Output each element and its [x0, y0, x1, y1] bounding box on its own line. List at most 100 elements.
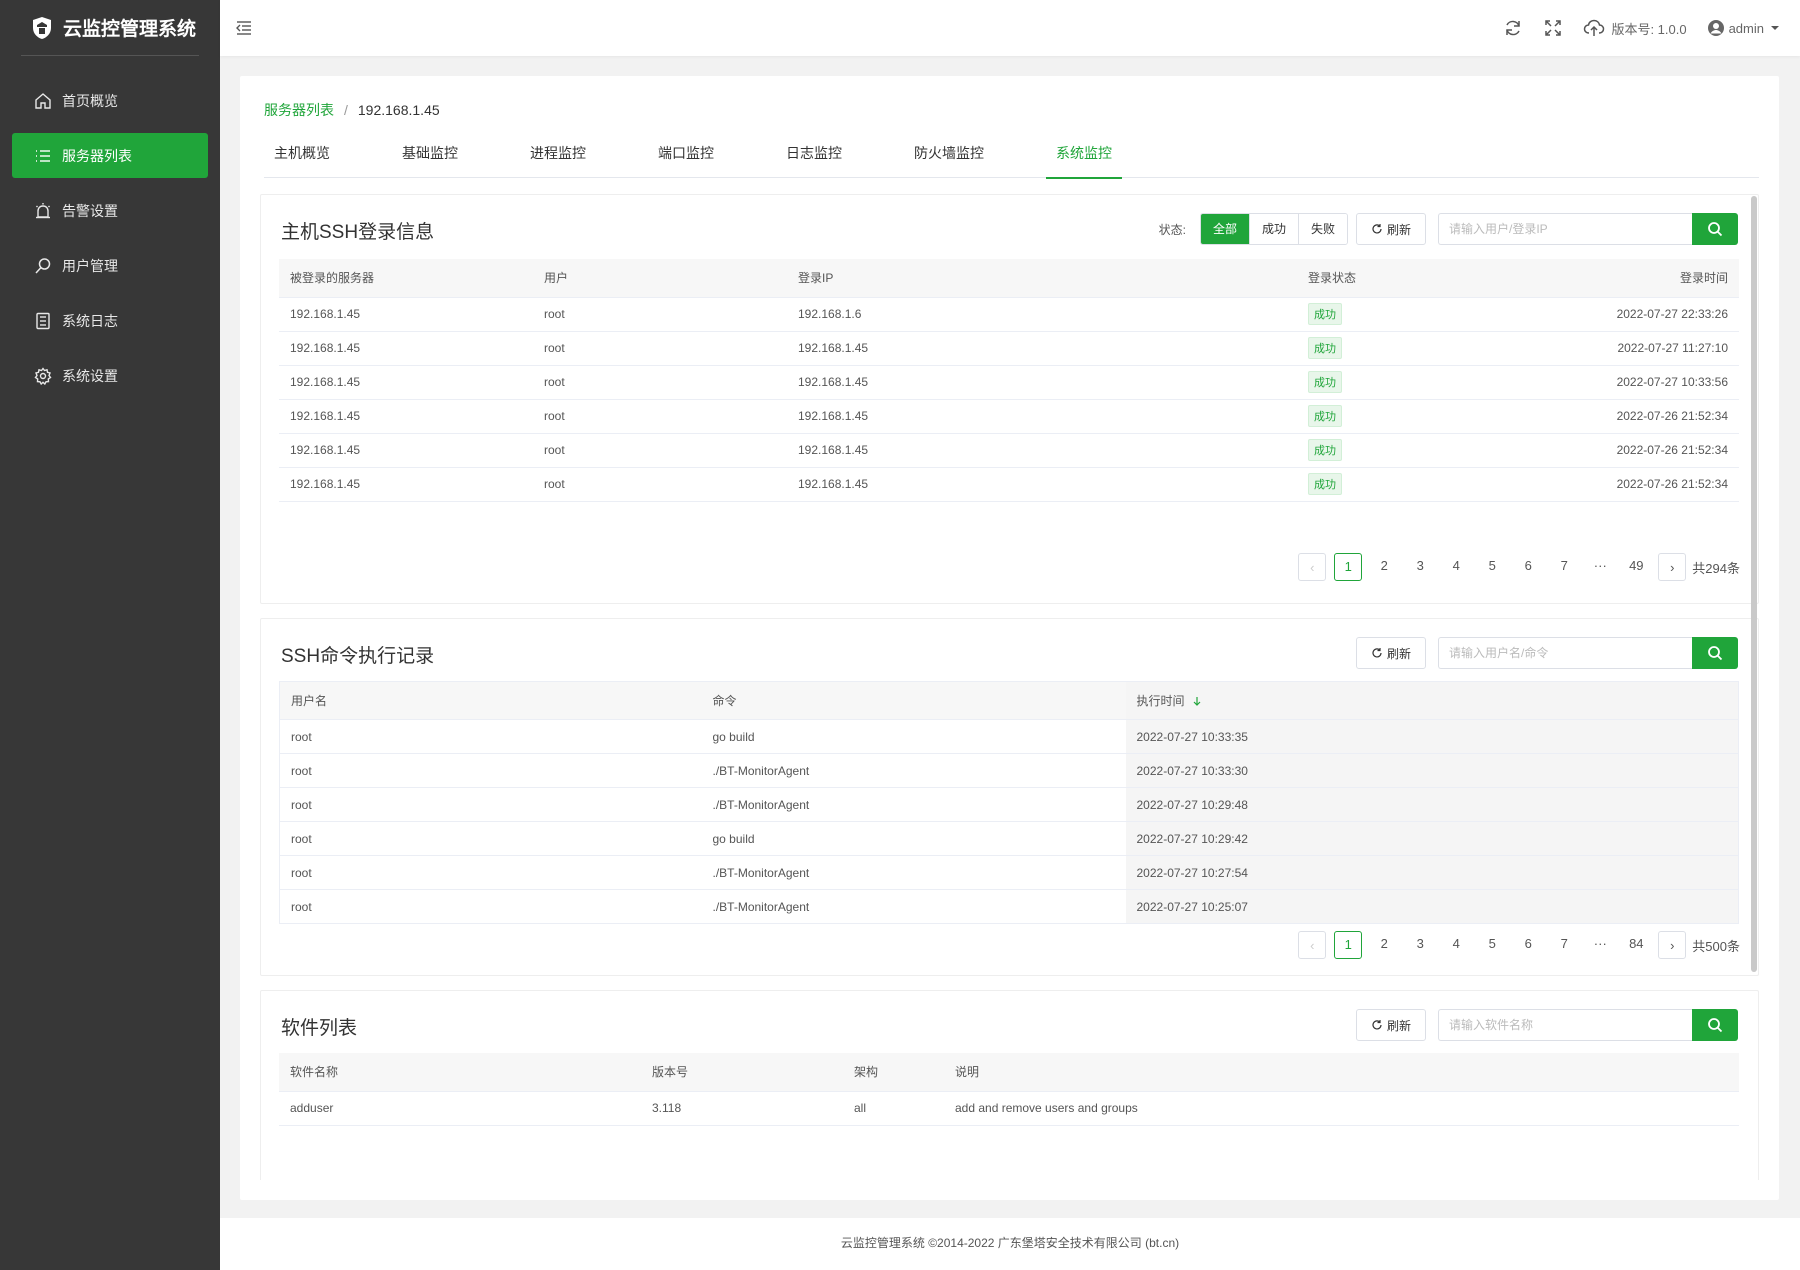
tab-basic-monitor[interactable]: 基础监控 — [392, 140, 468, 178]
sidebar-item-servers[interactable]: 服务器列表 — [12, 133, 208, 178]
cell-login-ip: 192.168.1.45 — [787, 365, 1297, 400]
filter-all-button[interactable]: 全部 — [1200, 214, 1249, 244]
menu-fold-icon[interactable] — [234, 18, 254, 38]
refresh-button[interactable]: 刷新 — [1355, 1009, 1426, 1041]
page-1[interactable]: 1 — [1334, 553, 1363, 581]
user-search-icon — [35, 257, 51, 274]
tab-firewall-monitor[interactable]: 防火墙监控 — [904, 140, 994, 178]
search-input[interactable] — [1438, 637, 1692, 669]
prev-page-button[interactable]: ‹ — [1298, 931, 1327, 959]
column-header: 登录状态 — [1297, 259, 1467, 298]
refresh-icon — [1372, 648, 1382, 658]
software-panel: 软件列表 刷新 软件名称 版本号 架构 — [260, 990, 1759, 1180]
tab-system-monitor[interactable]: 系统监控 — [1046, 140, 1122, 179]
version-indicator[interactable]: 版本号: 1.0.0 — [1583, 18, 1687, 38]
tab-process-monitor[interactable]: 进程监控 — [520, 140, 596, 178]
sidebar-item-label: 首页概览 — [62, 92, 118, 109]
breadcrumb: 服务器列表 / 192.168.1.45 — [264, 100, 440, 120]
sidebar: 云监控管理系统 首页概览 服务器列表 告警设置 用户管理 系统日志 系统设置 — [0, 0, 220, 1270]
cell-arch: all — [843, 1091, 944, 1126]
tab-log-monitor[interactable]: 日志监控 — [776, 140, 852, 178]
cell-version: 3.118 — [641, 1091, 843, 1126]
refresh-label: 刷新 — [1386, 646, 1411, 661]
column-header: 软件名称 — [279, 1053, 641, 1092]
cell-exec-time: 2022-07-27 10:29:48 — [1125, 787, 1739, 822]
page-6[interactable]: 6 — [1514, 931, 1542, 959]
tab-port-monitor[interactable]: 端口监控 — [648, 140, 724, 178]
cell-status: 成功 — [1297, 331, 1467, 366]
sidebar-item-settings[interactable]: 系统设置 — [12, 353, 208, 398]
prev-page-button[interactable]: ‹ — [1298, 553, 1327, 581]
filter-failed-button[interactable]: 失败 — [1297, 214, 1347, 244]
app-title: 云监控管理系统 — [63, 19, 197, 40]
refresh-button[interactable]: 刷新 — [1355, 637, 1426, 669]
ssh-command-search — [1438, 637, 1738, 669]
sidebar-item-logs[interactable]: 系统日志 — [12, 298, 208, 343]
page-last[interactable]: 84 — [1622, 931, 1650, 959]
search-input[interactable] — [1438, 213, 1692, 245]
cell-user: root — [533, 331, 787, 366]
search-button[interactable] — [1692, 213, 1738, 245]
ssh-command-table: 用户名 命令 执行时间 root go build 2022-07-27 10:… — [279, 681, 1739, 924]
page-ellipsis[interactable]: ··· — [1586, 931, 1614, 959]
fullscreen-icon[interactable] — [1543, 18, 1563, 38]
main-card: 服务器列表 / 192.168.1.45 主机概览 基础监控 进程监控 端口监控 日… — [240, 76, 1779, 1200]
sidebar-nav: 首页概览 服务器列表 告警设置 用户管理 系统日志 系统设置 — [0, 78, 220, 398]
page-5[interactable]: 5 — [1478, 553, 1506, 581]
page-3[interactable]: 3 — [1406, 553, 1434, 581]
cell-user: root — [533, 365, 787, 400]
cell-server: 192.168.1.45 — [279, 467, 533, 502]
page-5[interactable]: 5 — [1478, 931, 1506, 959]
page-last[interactable]: 49 — [1622, 553, 1650, 581]
refresh-icon[interactable] — [1503, 18, 1523, 38]
shield-logo-icon — [33, 16, 51, 39]
sidebar-item-alarm[interactable]: 告警设置 — [12, 188, 208, 233]
cell-software-name: adduser — [279, 1091, 641, 1126]
search-button[interactable] — [1692, 637, 1738, 669]
page-3[interactable]: 3 — [1406, 931, 1434, 959]
sidebar-item-users[interactable]: 用户管理 — [12, 243, 208, 288]
column-header: 命令 — [701, 681, 1126, 720]
cell-time: 2022-07-26 21:52:34 — [1467, 399, 1739, 434]
page-7[interactable]: 7 — [1550, 553, 1578, 581]
tab-host-overview[interactable]: 主机概览 — [264, 140, 340, 178]
cell-login-ip: 192.168.1.45 — [787, 467, 1297, 502]
vertical-scrollbar[interactable] — [1751, 196, 1757, 972]
page-7[interactable]: 7 — [1550, 931, 1578, 959]
page-4[interactable]: 4 — [1442, 931, 1470, 959]
cell-status: 成功 — [1297, 467, 1467, 502]
cell-description: add and remove users and groups — [944, 1091, 1739, 1126]
search-icon — [1708, 1018, 1723, 1033]
cell-exec-time: 2022-07-27 10:29:42 — [1125, 821, 1739, 856]
user-menu[interactable]: admin — [1707, 19, 1780, 37]
ssh-login-panel: 主机SSH登录信息 状态: 全部 成功 失败 刷新 请输入用户/登录IP 被登录… — [260, 194, 1759, 604]
breadcrumb-current: 192.168.1.45 — [357, 102, 440, 118]
table-row: root ./BT-MonitorAgent 2022-07-27 10:29:… — [279, 787, 1739, 822]
page-2[interactable]: 2 — [1370, 931, 1398, 959]
table-row: root go build 2022-07-27 10:33:35 — [279, 719, 1739, 754]
cell-user: root — [533, 467, 787, 502]
sidebar-item-home[interactable]: 首页概览 — [12, 78, 208, 123]
refresh-icon — [1372, 224, 1382, 234]
column-header: 登录IP — [787, 259, 1297, 298]
search-button[interactable] — [1692, 1009, 1738, 1041]
cell-username: root — [279, 889, 702, 924]
filter-success-button[interactable]: 成功 — [1248, 214, 1298, 244]
page-ellipsis[interactable]: ··· — [1586, 553, 1614, 581]
table-header-row: 软件名称 版本号 架构 说明 — [279, 1053, 1739, 1092]
search-input[interactable] — [1438, 1009, 1692, 1041]
status-filter: 全部 成功 失败 — [1199, 213, 1348, 245]
ssh-login-table: 被登录的服务器 用户 登录IP 登录状态 登录时间 192.168.1.45 r… — [279, 259, 1739, 502]
page-2[interactable]: 2 — [1370, 553, 1398, 581]
page-6[interactable]: 6 — [1514, 553, 1542, 581]
cell-exec-time: 2022-07-27 10:25:07 — [1125, 889, 1739, 924]
page-1[interactable]: 1 — [1334, 931, 1363, 959]
cell-user: root — [533, 433, 787, 468]
page-4[interactable]: 4 — [1442, 553, 1470, 581]
refresh-button[interactable]: 刷新 — [1355, 213, 1426, 245]
breadcrumb-parent[interactable]: 服务器列表 — [264, 102, 334, 118]
software-toolbar: 刷新 — [1355, 1009, 1738, 1041]
next-page-button[interactable]: › — [1658, 931, 1687, 959]
next-page-button[interactable]: › — [1658, 553, 1687, 581]
column-header-sortable[interactable]: 执行时间 — [1125, 681, 1739, 720]
